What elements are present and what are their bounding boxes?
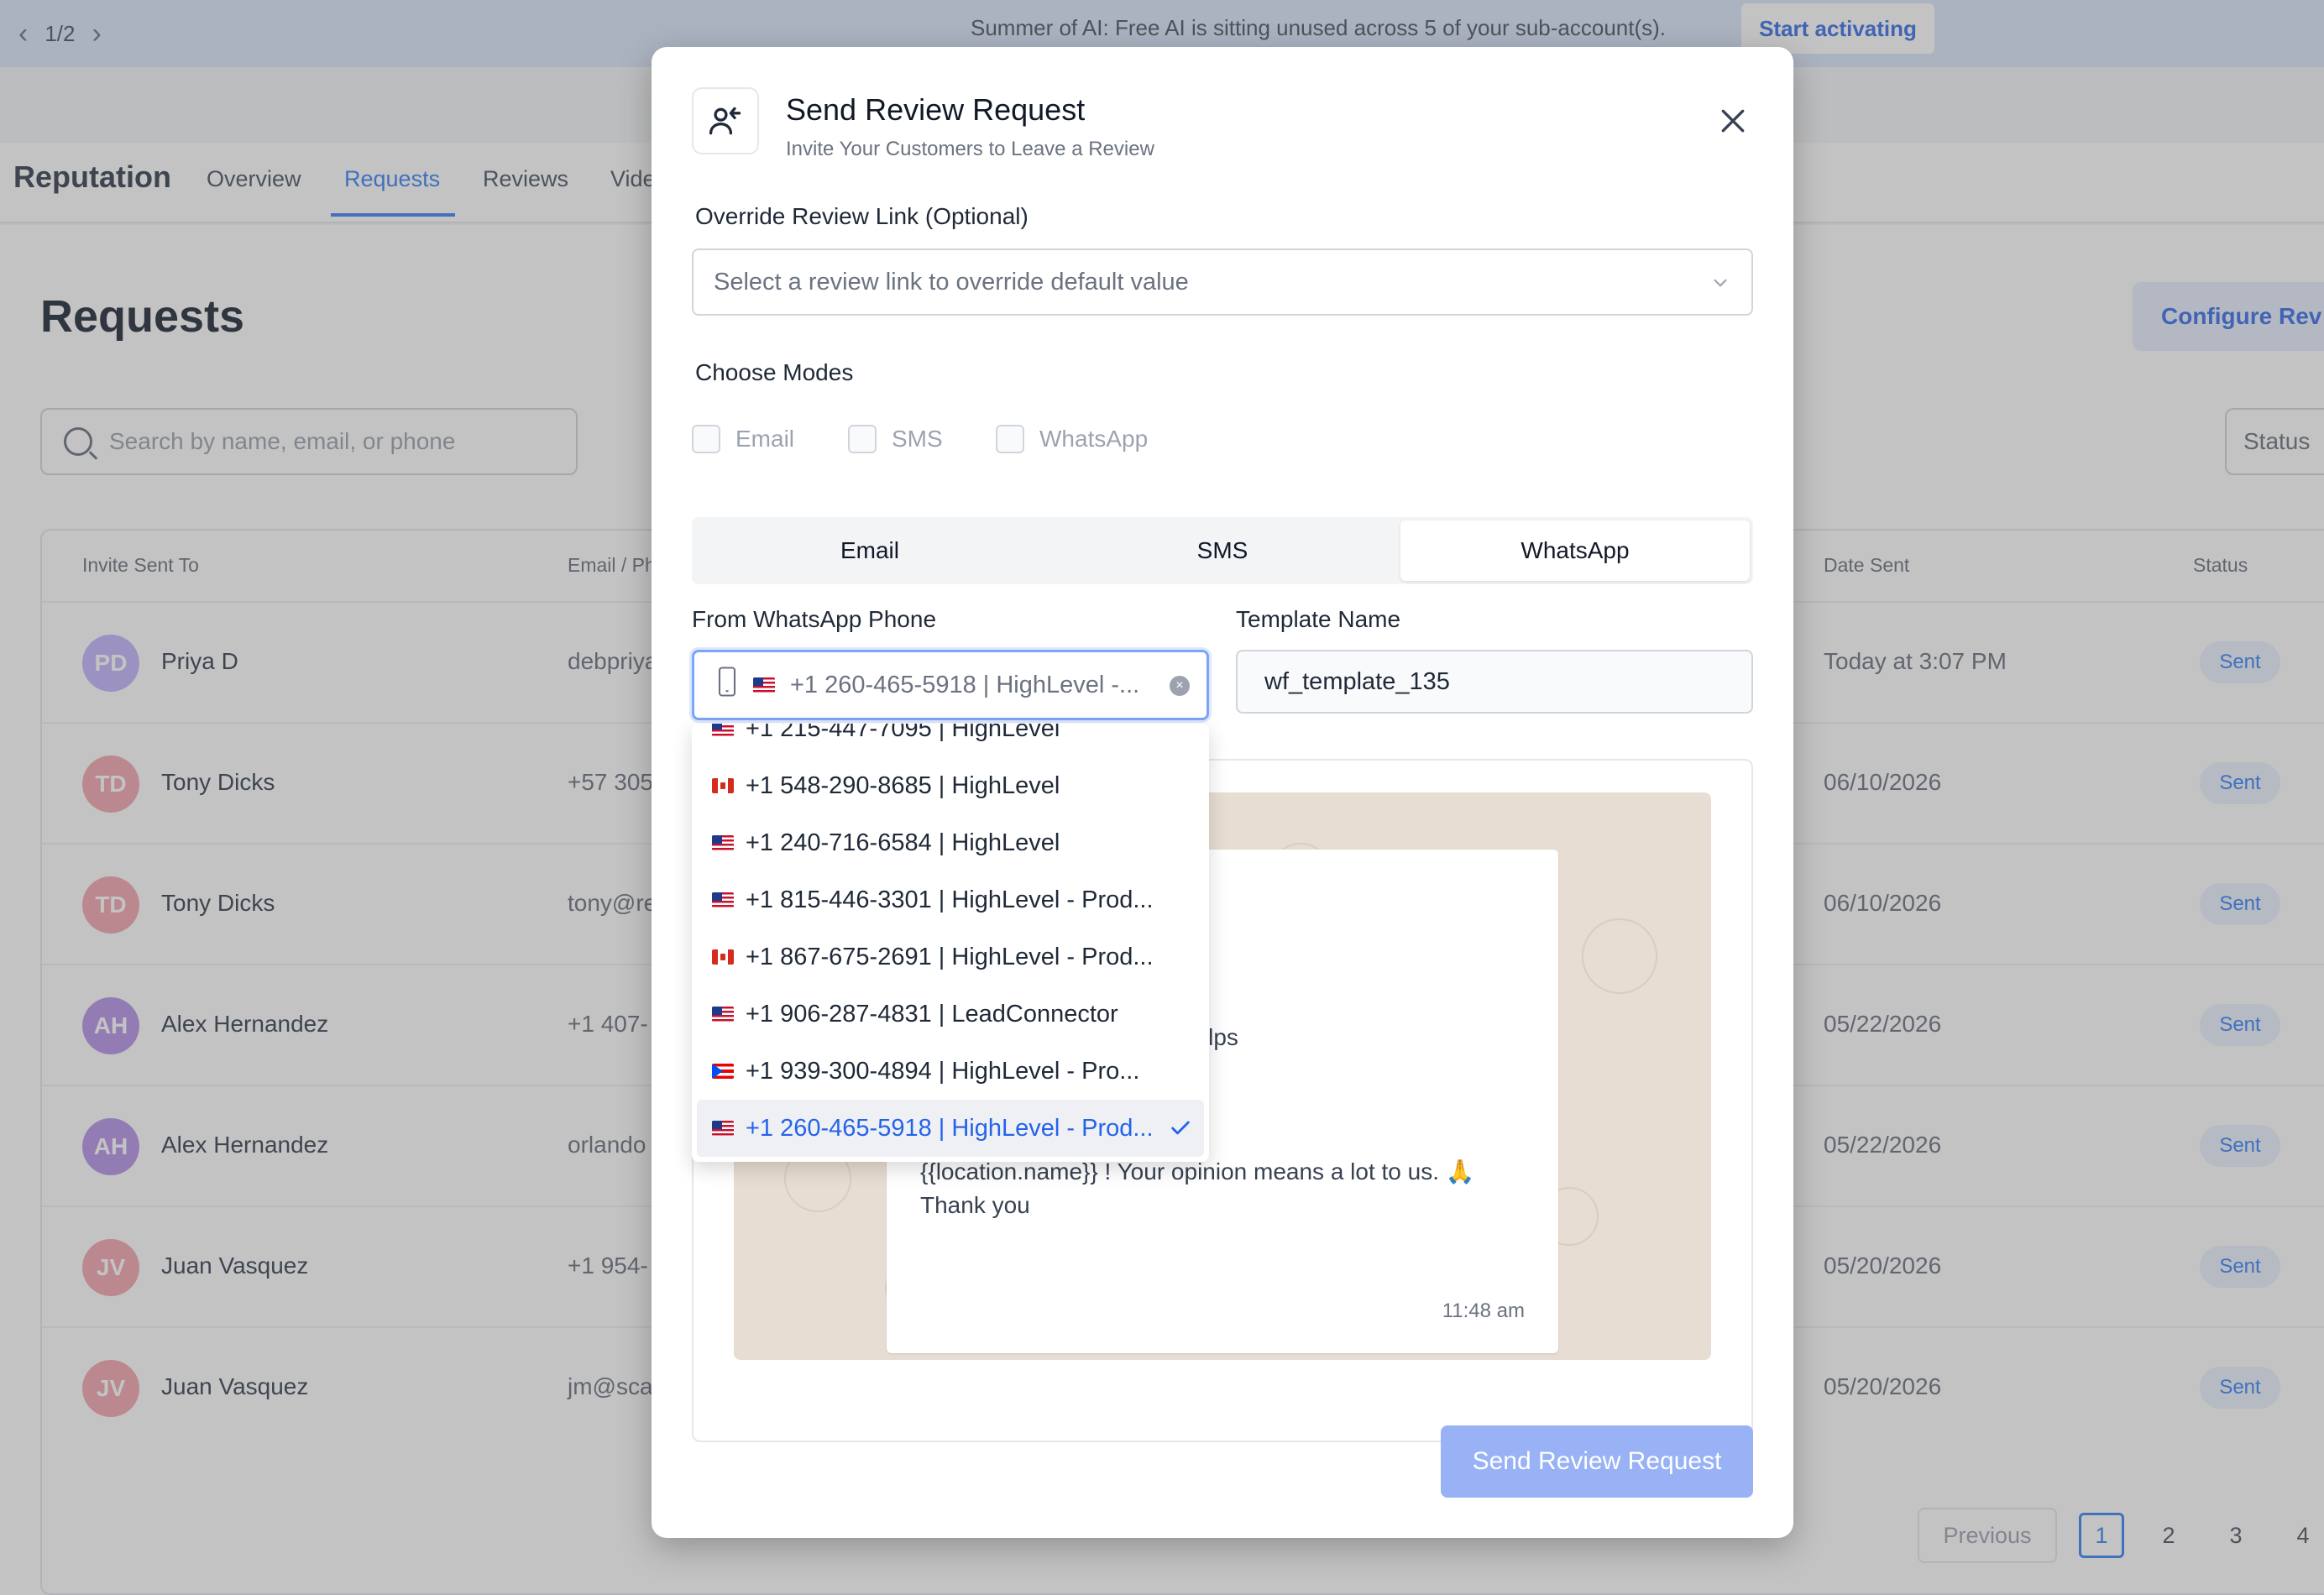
phone-options-dropdown: +1 215-447-7095 | HighLevel +1 548-290-8… [692,724,1209,1162]
template-name-input[interactable]: wf_template_135 [1236,650,1753,714]
option-label: +1 548-290-8685 | HighLevel [746,771,1060,799]
mode-tabs: Email SMS WhatsApp [692,517,1753,584]
option-label: +1 867-675-2691 | HighLevel - Prod... [746,943,1154,970]
tab-whatsapp[interactable]: WhatsApp [1400,520,1750,581]
override-review-link-select[interactable]: Select a review link to override default… [692,248,1753,316]
clear-icon[interactable]: × [1170,676,1190,696]
mode-whatsapp-checkbox[interactable]: WhatsApp [996,425,1148,453]
checkbox-box[interactable] [848,425,877,453]
us-flag-icon [712,835,734,850]
option-label: +1 815-446-3301 | HighLevel - Prod... [746,886,1154,913]
option-label: +1 906-287-4831 | LeadConnector [746,1000,1118,1028]
option-label: +1 215-447-7095 | HighLevel [746,724,1060,742]
mode-sms-checkbox[interactable]: SMS [848,425,943,453]
override-placeholder: Select a review link to override default… [714,268,1189,295]
dropdown-option[interactable]: +1 240-716-6584 | HighLevel [697,814,1204,871]
checkbox-box[interactable] [996,425,1024,453]
mode-sms-label: SMS [892,426,943,452]
dropdown-option[interactable]: +1 906-287-4831 | LeadConnector [697,986,1204,1043]
tab-email[interactable]: Email [695,520,1044,581]
us-flag-icon [712,724,734,736]
dropdown-option[interactable]: +1 867-675-2691 | HighLevel - Prod... [697,928,1204,986]
mobile-phone-icon [716,667,738,703]
checkmark-icon [1169,1116,1192,1147]
modal-title: Send Review Request [786,92,1086,127]
dropdown-option[interactable]: +1 215-447-7095 | HighLevel [697,724,1204,757]
mode-email-label: Email [735,426,795,452]
close-icon[interactable] [1716,104,1750,138]
mode-email-checkbox[interactable]: Email [692,425,794,453]
us-flag-icon [712,1121,734,1136]
override-link-label: Override Review Link (Optional) [695,203,1029,229]
chevron-down-icon [1709,272,1731,301]
from-whatsapp-phone-select[interactable]: +1 260-465-5918 | HighLevel -... × [692,650,1209,720]
tab-sms[interactable]: SMS [1048,520,1397,581]
message-time: 11:48 am [1442,1300,1525,1322]
option-label: +1 260-465-5918 | HighLevel - Prod... [746,1114,1154,1142]
us-flag-icon [712,1007,734,1022]
option-label: +1 939-300-4894 | HighLevel - Pro... [746,1057,1140,1085]
dropdown-option[interactable]: +1 815-446-3301 | HighLevel - Prod... [697,871,1204,928]
from-whatsapp-phone-label: From WhatsApp Phone [692,606,937,632]
dropdown-option[interactable]: +1 548-290-8685 | HighLevel [697,757,1204,814]
modal-subtitle: Invite Your Customers to Leave a Review [786,138,1154,160]
dropdown-option[interactable]: +1 939-300-4894 | HighLevel - Pro... [697,1043,1204,1100]
template-name-label: Template Name [1236,606,1401,632]
mode-whatsapp-label: WhatsApp [1039,426,1149,452]
us-flag-icon [753,677,775,693]
checkbox-box[interactable] [692,425,720,453]
doodle-decoration [1582,918,1657,994]
choose-modes-label: Choose Modes [695,359,854,385]
option-label: +1 240-716-6584 | HighLevel [746,829,1060,856]
puerto-rico-flag-icon [712,1064,734,1079]
add-user-icon [692,87,759,154]
canada-flag-icon [712,778,734,793]
canada-flag-icon [712,949,734,965]
dropdown-option-selected[interactable]: +1 260-465-5918 | HighLevel - Prod... [697,1100,1204,1157]
us-flag-icon [712,892,734,907]
send-review-request-button[interactable]: Send Review Request [1441,1425,1753,1498]
selected-phone-value: +1 260-465-5918 | HighLevel -... [790,671,1140,698]
